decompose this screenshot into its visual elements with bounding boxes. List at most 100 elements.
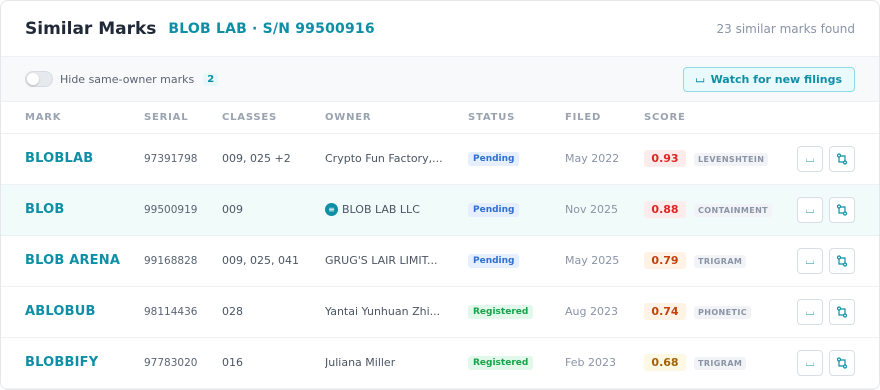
bell-icon: ⌴ bbox=[695, 72, 705, 85]
status-badge: Pending bbox=[468, 203, 520, 217]
compare-mark-button[interactable] bbox=[829, 298, 855, 325]
toggle-knob bbox=[27, 73, 39, 85]
mark-cell: BLOBBIFY bbox=[1, 337, 144, 389]
mark-cell: BLOB ARENA bbox=[1, 235, 144, 287]
card-header: Similar Marks BLOB LAB · S/N 99500916 23… bbox=[1, 1, 879, 56]
mark-name-link[interactable]: BLOB bbox=[25, 202, 65, 217]
status-cell: Registered bbox=[468, 337, 565, 389]
owner-name: Yantai Yunhuan Zhi... bbox=[325, 305, 441, 319]
table-row[interactable]: BLOBLAB 97391798 009, 025 +2 Crypto Fun … bbox=[1, 133, 879, 185]
serial-number: 99500919 bbox=[144, 204, 198, 216]
status-cell: Pending bbox=[468, 235, 565, 287]
filed-date: May 2025 bbox=[565, 254, 620, 267]
column-header-owner[interactable]: OWNER bbox=[325, 102, 468, 134]
compare-mark-button[interactable] bbox=[829, 349, 855, 376]
actions-cell: ⌴ bbox=[794, 235, 879, 287]
actions-cell: ⌴ bbox=[794, 337, 879, 389]
score-cell: 0.68 TRIGRAM bbox=[644, 337, 794, 389]
compare-icon bbox=[836, 203, 848, 216]
status-badge: Pending bbox=[468, 152, 520, 166]
compare-icon bbox=[836, 152, 848, 165]
score-cell: 0.79 TRIGRAM bbox=[644, 235, 794, 287]
watch-new-filings-button[interactable]: ⌴ Watch for new filings bbox=[682, 66, 855, 92]
score-cell: 0.88 CONTAINMENT bbox=[644, 184, 794, 236]
watch-mark-button[interactable]: ⌴ bbox=[797, 196, 823, 223]
table-row[interactable]: BLOB 99500919 009 ≡ BLOB LAB LLC Pending … bbox=[1, 184, 879, 236]
filed-cell: May 2025 bbox=[565, 235, 644, 287]
bell-icon: ⌴ bbox=[805, 356, 815, 369]
compare-mark-button[interactable] bbox=[829, 196, 855, 223]
table-header-row: MARK SERIAL CLASSES OWNER STATUS FILED S… bbox=[1, 102, 879, 134]
column-header-status[interactable]: STATUS bbox=[468, 102, 565, 134]
column-header-mark[interactable]: MARK bbox=[1, 102, 144, 134]
table-row[interactable]: BLOBBIFY 97783020 016 Juliana Miller Reg… bbox=[1, 337, 879, 389]
column-header-filed[interactable]: FILED bbox=[565, 102, 644, 134]
row-actions: ⌴ bbox=[794, 145, 879, 172]
classes-cell: 016 bbox=[222, 337, 325, 389]
compare-icon bbox=[836, 356, 848, 369]
column-header-classes[interactable]: CLASSES bbox=[222, 102, 325, 134]
serial-number: 97783020 bbox=[144, 357, 198, 369]
score-cell: 0.93 LEVENSHTEIN bbox=[644, 133, 794, 185]
mark-cell: BLOBLAB bbox=[1, 133, 144, 185]
column-header-score[interactable]: SCORE bbox=[644, 102, 794, 134]
bell-icon: ⌴ bbox=[805, 203, 815, 216]
actions-cell: ⌴ bbox=[794, 184, 879, 236]
owner-name: BLOB LAB LLC bbox=[342, 203, 420, 217]
page-title: Similar Marks bbox=[25, 18, 157, 39]
filed-date: Feb 2023 bbox=[565, 356, 616, 369]
compare-icon bbox=[836, 254, 848, 267]
hide-same-owner-label: Hide same-owner marks bbox=[60, 72, 195, 86]
match-method-badge: TRIGRAM bbox=[694, 357, 747, 370]
serial-number: 97391798 bbox=[144, 153, 198, 165]
filter-toolbar: Hide same-owner marks 2 ⌴ Watch for new … bbox=[1, 56, 879, 102]
similar-marks-card: Similar Marks BLOB LAB · S/N 99500916 23… bbox=[0, 0, 880, 390]
owner-match-icon: ≡ bbox=[325, 203, 338, 217]
match-method-badge: CONTAINMENT bbox=[694, 204, 773, 217]
column-header-actions bbox=[794, 102, 879, 134]
filed-cell: Aug 2023 bbox=[565, 286, 644, 338]
compare-mark-button[interactable] bbox=[829, 145, 855, 172]
owner-name: GRUG'S LAIR LIMIT... bbox=[325, 254, 438, 268]
owner-cell: Juliana Miller bbox=[325, 337, 468, 389]
hide-same-owner-toggle[interactable] bbox=[25, 71, 53, 87]
serial-cell: 97783020 bbox=[144, 337, 222, 389]
classes-value: 016 bbox=[222, 356, 243, 369]
serial-cell: 99500919 bbox=[144, 184, 222, 236]
classes-cell: 009, 025, 041 bbox=[222, 235, 325, 287]
classes-value: 028 bbox=[222, 305, 243, 318]
mark-name-link[interactable]: BLOBLAB bbox=[25, 151, 93, 166]
more-classes-badge[interactable]: +2 bbox=[274, 152, 290, 165]
classes-value: 009, 025 bbox=[222, 152, 271, 165]
bell-icon: ⌴ bbox=[805, 254, 815, 267]
mark-cell: BLOB bbox=[1, 184, 144, 236]
compare-mark-button[interactable] bbox=[829, 247, 855, 274]
watch-mark-button[interactable]: ⌴ bbox=[797, 247, 823, 274]
mark-name-link[interactable]: BLOBBIFY bbox=[25, 355, 98, 370]
owner-name: Juliana Miller bbox=[325, 356, 396, 370]
table-row[interactable]: ABLOBUB 98114436 028 Yantai Yunhuan Zhi.… bbox=[1, 286, 879, 338]
status-cell: Registered bbox=[468, 286, 565, 338]
row-actions: ⌴ bbox=[794, 298, 879, 325]
table-row[interactable]: BLOB ARENA 99168828 009, 025, 041 GRUG'S… bbox=[1, 235, 879, 287]
watch-mark-button[interactable]: ⌴ bbox=[797, 298, 823, 325]
watch-mark-button[interactable]: ⌴ bbox=[797, 145, 823, 172]
mark-name-link[interactable]: ABLOBUB bbox=[25, 304, 96, 319]
filed-date: May 2022 bbox=[565, 152, 620, 165]
row-actions: ⌴ bbox=[794, 247, 879, 274]
table-body: BLOBLAB 97391798 009, 025 +2 Crypto Fun … bbox=[1, 133, 879, 389]
column-header-serial[interactable]: SERIAL bbox=[144, 102, 222, 134]
status-cell: Pending bbox=[468, 133, 565, 185]
serial-cell: 98114436 bbox=[144, 286, 222, 338]
watch-mark-button[interactable]: ⌴ bbox=[797, 349, 823, 376]
match-method-badge: PHONETIC bbox=[694, 306, 752, 319]
owner-name: Crypto Fun Factory,... bbox=[325, 152, 443, 166]
similar-marks-table: MARK SERIAL CLASSES OWNER STATUS FILED S… bbox=[1, 102, 879, 389]
mark-name-link[interactable]: BLOB ARENA bbox=[25, 253, 120, 268]
owner-cell: Crypto Fun Factory,... bbox=[325, 133, 468, 185]
compare-icon bbox=[836, 305, 848, 318]
classes-cell: 028 bbox=[222, 286, 325, 338]
mark-cell: ABLOBUB bbox=[1, 286, 144, 338]
filed-cell: Nov 2025 bbox=[565, 184, 644, 236]
actions-cell: ⌴ bbox=[794, 286, 879, 338]
